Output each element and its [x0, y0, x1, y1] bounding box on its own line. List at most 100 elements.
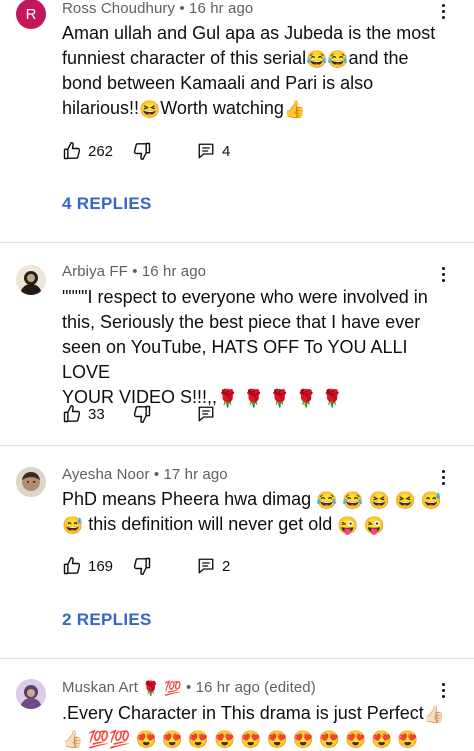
- laugh-emoji: 😂: [316, 491, 338, 510]
- dislike-button[interactable]: [132, 403, 152, 425]
- reply-button[interactable]: 4: [197, 140, 230, 162]
- laugh-emoji: 😂: [342, 491, 364, 510]
- thumb-down-icon: [133, 557, 151, 576]
- comment-actions: 262 4: [62, 140, 362, 162]
- profile-photo-icon: [16, 679, 46, 709]
- profile-photo-icon: [16, 467, 46, 497]
- comment-text-line: funniest character of this serial😂😂and t…: [62, 48, 409, 69]
- comment-icon: [198, 143, 214, 159]
- heart-eyes-emoji: 😍: [397, 730, 419, 749]
- reply-count: 2: [222, 557, 231, 575]
- sweat-smile-emoji: 😅: [420, 491, 443, 510]
- comment-text: .Every Character in This drama is just P…: [62, 701, 452, 751]
- thumbs-up-emoji: 👍: [283, 100, 306, 119]
- grin-emoji: 😆: [394, 491, 416, 510]
- like-count: 262: [88, 142, 114, 160]
- comment-item: Ayesha Noor • 17 hr ago PhD means Pheera…: [0, 446, 474, 658]
- more-options-icon[interactable]: [440, 4, 446, 19]
- comment-actions: 33: [62, 403, 362, 425]
- more-options-icon[interactable]: [440, 683, 446, 698]
- heart-eyes-emoji: 😍: [266, 730, 288, 749]
- like-count: 33: [88, 405, 105, 423]
- laugh-emoji: 😂: [306, 50, 328, 69]
- avatar[interactable]: [16, 265, 46, 295]
- meta-separator: •: [179, 0, 185, 17]
- avatar[interactable]: [16, 467, 46, 497]
- comment-text-line: seen on YouTube, HATS OFF To YOU ALLI LO…: [62, 337, 408, 382]
- heart-eyes-emoji: 😍: [240, 730, 262, 749]
- heart-eyes-emoji: 😍: [214, 730, 236, 749]
- reply-button[interactable]: [197, 403, 215, 425]
- hundred-emoji: 💯: [109, 730, 131, 749]
- like-count: 169: [88, 557, 114, 575]
- wink-tongue-emoji: 😜: [337, 516, 359, 535]
- comment-emoji-line: 👍🏻 💯💯 😍 😍 😍 😍 😍 😍 😍 😍 😍 😍 😍: [62, 726, 452, 751]
- comment-icon: [198, 406, 214, 422]
- comment-meta: Muskan Art 🌹 💯 • 16 hr ago (edited): [62, 679, 316, 697]
- comment-text-line: Aman ullah and Gul apa as Jubeda is the …: [62, 23, 436, 43]
- view-replies-button[interactable]: 4 REPLIES: [62, 194, 152, 214]
- reply-count: 4: [222, 142, 231, 160]
- sweat-smile-emoji: 😅: [62, 516, 84, 535]
- heart-eyes-emoji: 😍: [161, 730, 183, 749]
- meta-separator: •: [132, 263, 138, 280]
- comment-text: PhD means Pheera hwa dimag 😂 😂 😆 😆 😅 😅 t…: [62, 487, 452, 537]
- comment-meta: Ross Choudhury • 16 hr ago: [62, 0, 253, 17]
- thumb-up-icon: [63, 556, 81, 575]
- comment-text: Aman ullah and Gul apa as Jubeda is the …: [62, 21, 452, 121]
- profile-photo-icon: [16, 265, 46, 295]
- heart-eyes-emoji: 😍: [318, 730, 341, 749]
- view-replies-button[interactable]: 2 REPLIES: [62, 610, 152, 630]
- heart-eyes-emoji: 😍: [345, 730, 367, 749]
- meta-separator: •: [153, 466, 160, 483]
- comment-meta: Arbiya FF • 16 hr ago: [62, 263, 206, 280]
- comment-author[interactable]: Ross Choudhury: [62, 0, 175, 17]
- rose-emoji: 🌹: [142, 680, 160, 696]
- thumbs-up-emoji: 👍🏻: [62, 730, 84, 749]
- thumbs-up-emoji: 👍🏻: [423, 705, 445, 724]
- comment-meta: Ayesha Noor • 17 hr ago: [62, 466, 228, 483]
- comment-text-line: this, Seriously the best piece that I ha…: [62, 312, 421, 332]
- reply-button[interactable]: 2: [197, 555, 230, 577]
- comment-text-line: PhD means Pheera hwa dimag 😂 😂 😆 😆 😅: [62, 489, 443, 510]
- dislike-button[interactable]: [132, 555, 152, 577]
- thumb-up-icon: [63, 404, 81, 423]
- heart-eyes-emoji: 😍: [135, 730, 157, 749]
- comment-text-line: bond between Kamaali and Pari is also: [62, 73, 374, 93]
- comment-author[interactable]: Ayesha Noor: [62, 466, 150, 483]
- comment-time: 17 hr ago: [163, 466, 228, 483]
- grin-emoji: 😆: [139, 100, 161, 119]
- comment-icon: [198, 558, 214, 574]
- more-options-icon[interactable]: [440, 267, 446, 282]
- heart-eyes-emoji: 😍: [187, 730, 210, 749]
- comment-item: R Ross Choudhury • 16 hr ago Aman ullah …: [0, 0, 474, 242]
- thumb-down-icon: [133, 405, 151, 424]
- more-options-icon[interactable]: [440, 470, 446, 485]
- hundred-emoji: 💯: [88, 730, 110, 749]
- grin-emoji: 😆: [368, 491, 390, 510]
- meta-separator: •: [185, 679, 192, 696]
- dislike-button[interactable]: [132, 140, 152, 162]
- comment-actions: 169 2: [62, 555, 362, 577]
- heart-eyes-emoji: 😍: [371, 730, 393, 749]
- thumb-down-icon: [133, 142, 151, 161]
- comment-time: 16 hr ago: [141, 263, 207, 280]
- comment-author[interactable]: Muskan Art: [62, 679, 138, 696]
- comment-item: Arbiya FF • 16 hr ago """"I respect to e…: [0, 243, 474, 445]
- avatar[interactable]: [16, 679, 46, 709]
- like-button[interactable]: 33: [62, 403, 105, 425]
- comment-time: 16 hr ago (edited): [195, 679, 316, 696]
- thumb-up-icon: [63, 141, 81, 160]
- comment-text: """"I respect to everyone who were invol…: [62, 285, 452, 410]
- laugh-emoji: 😂: [327, 50, 349, 69]
- comment-text-line: 😅 this definition will never get old 😜 😜: [62, 514, 385, 535]
- like-button[interactable]: 262: [62, 140, 113, 162]
- comment-text-line: """"I respect to everyone who were invol…: [62, 287, 428, 307]
- comment-author[interactable]: Arbiya FF: [62, 263, 128, 280]
- avatar-letter: R: [25, 5, 37, 23]
- like-button[interactable]: 169: [62, 555, 113, 577]
- wink-tongue-emoji: 😜: [363, 516, 385, 535]
- comment-item: Muskan Art 🌹 💯 • 16 hr ago (edited) .Eve…: [0, 659, 474, 750]
- avatar[interactable]: R: [16, 0, 46, 29]
- hundred-emoji: 💯: [164, 680, 182, 696]
